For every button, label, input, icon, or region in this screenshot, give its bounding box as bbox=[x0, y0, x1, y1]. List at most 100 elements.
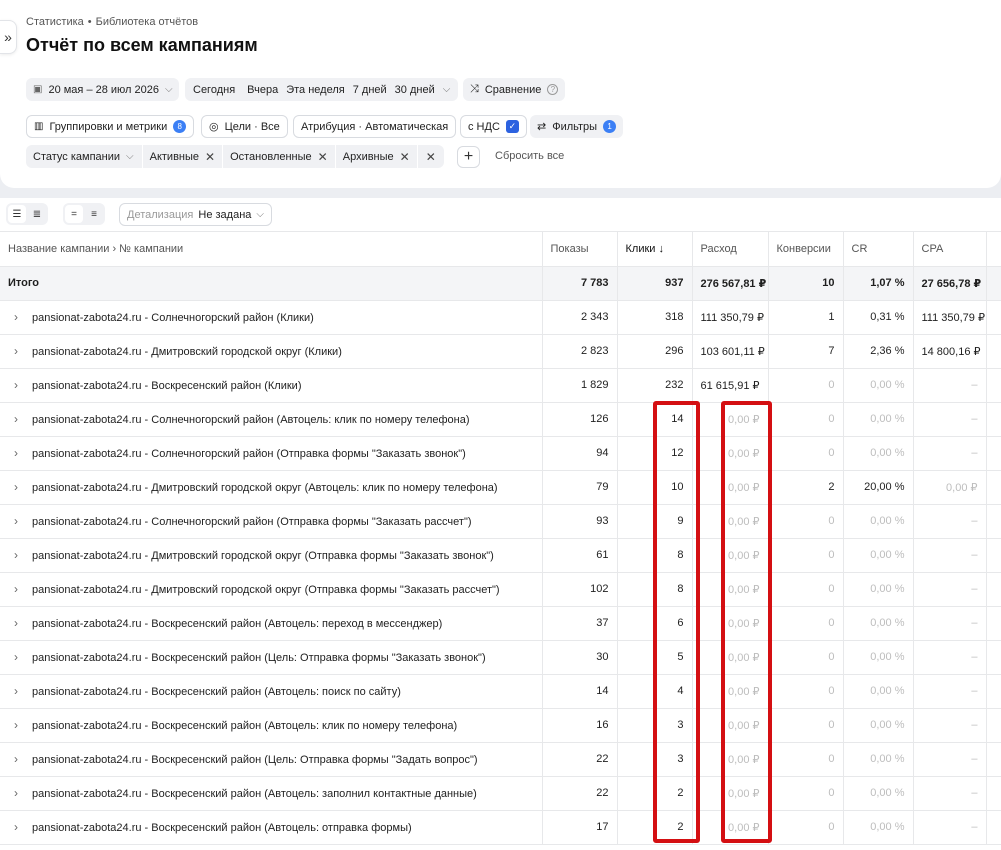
expand-row-chevron-icon[interactable]: › bbox=[0, 480, 32, 494]
campaign-name[interactable]: pansionat-zabota24.ru - Дмитровский горо… bbox=[32, 584, 500, 596]
cpa-cell: – bbox=[913, 708, 987, 743]
status-filter-label[interactable]: Статус кампании bbox=[26, 151, 126, 163]
expand-row-chevron-icon[interactable]: › bbox=[0, 412, 32, 426]
breadcrumb-separator: • bbox=[87, 16, 92, 28]
preset-7-days[interactable]: 7 дней bbox=[349, 84, 391, 96]
clicks-cell: 8 bbox=[617, 572, 693, 607]
campaign-name[interactable]: pansionat-zabota24.ru - Воскресенский ра… bbox=[32, 618, 442, 630]
campaign-name[interactable]: pansionat-zabota24.ru - Солнечногорский … bbox=[32, 414, 470, 426]
cr-cell: 0,31 % bbox=[843, 300, 914, 335]
groupings-metrics-button[interactable]: ▥ Группировки и метрики 8 bbox=[26, 115, 195, 138]
preset-30-days[interactable]: 30 дней bbox=[391, 84, 439, 96]
clicks-cell: 296 bbox=[617, 334, 693, 369]
impressions-cell: 61 bbox=[542, 538, 618, 573]
expand-row-chevron-icon[interactable]: › bbox=[0, 752, 32, 766]
extra-cell bbox=[986, 368, 1001, 403]
expand-row-chevron-icon[interactable]: › bbox=[0, 514, 32, 528]
report-header: » Статистика • Библиотека отчётов Отчёт … bbox=[0, 0, 1001, 188]
clicks-cell: 318 bbox=[617, 300, 693, 335]
preset-this-week[interactable]: Эта неделя bbox=[282, 84, 349, 96]
expand-row-chevron-icon[interactable]: › bbox=[0, 344, 32, 358]
attribution-button[interactable]: Атрибуция · Автоматическая bbox=[293, 115, 457, 138]
cr-cell: 0,00 % bbox=[843, 674, 914, 709]
cr-cell: 0,00 % bbox=[843, 504, 914, 539]
column-header-cost[interactable]: Расход bbox=[692, 232, 769, 267]
preset-today[interactable]: Сегодня bbox=[185, 84, 243, 96]
expand-row-chevron-icon[interactable]: › bbox=[0, 786, 32, 800]
expand-row-chevron-icon[interactable]: › bbox=[0, 820, 32, 834]
expand-row-chevron-icon[interactable]: › bbox=[0, 684, 32, 698]
extra-cell bbox=[986, 504, 1001, 539]
campaign-name[interactable]: pansionat-zabota24.ru - Дмитровский горо… bbox=[32, 346, 342, 358]
conversions-cell: 0 bbox=[768, 606, 844, 641]
compact-rows-icon[interactable]: = bbox=[65, 205, 83, 223]
campaign-name[interactable]: pansionat-zabota24.ru - Воскресенский ра… bbox=[32, 754, 478, 766]
filters-button[interactable]: ⇄ Фильтры 1 bbox=[530, 115, 624, 138]
conversions-cell: 0 bbox=[768, 436, 844, 471]
reset-all-button[interactable]: Сбросить все bbox=[495, 150, 564, 162]
expand-row-chevron-icon[interactable]: › bbox=[0, 446, 32, 460]
campaign-name[interactable]: pansionat-zabota24.ru - Дмитровский горо… bbox=[32, 482, 498, 494]
campaign-name[interactable]: pansionat-zabota24.ru - Солнечногорский … bbox=[32, 448, 466, 460]
column-header-conversions[interactable]: Конверсии bbox=[768, 232, 844, 267]
preset-yesterday[interactable]: Вчера bbox=[243, 84, 282, 96]
breadcrumb-item-library[interactable]: Библиотека отчётов bbox=[96, 16, 199, 28]
expand-row-chevron-icon[interactable]: › bbox=[0, 650, 32, 664]
campaign-name[interactable]: pansionat-zabota24.ru - Солнечногорский … bbox=[32, 516, 472, 528]
expand-row-chevron-icon[interactable]: › bbox=[0, 616, 32, 630]
remove-stopped-icon[interactable]: ✕ bbox=[318, 150, 335, 164]
clear-status-filter-icon[interactable]: ✕ bbox=[418, 150, 444, 164]
clicks-cell: 6 bbox=[617, 606, 693, 641]
campaign-name[interactable]: pansionat-zabota24.ru - Воскресенский ра… bbox=[32, 380, 301, 392]
expand-row-chevron-icon[interactable]: › bbox=[0, 582, 32, 596]
campaign-name[interactable]: pansionat-zabota24.ru - Дмитровский горо… bbox=[32, 550, 494, 562]
campaign-name[interactable]: pansionat-zabota24.ru - Воскресенский ра… bbox=[32, 652, 486, 664]
remove-active-icon[interactable]: ✕ bbox=[205, 150, 222, 164]
campaign-name[interactable]: pansionat-zabota24.ru - Солнечногорский … bbox=[32, 312, 314, 324]
compare-button[interactable]: ⤨ Сравнение ? bbox=[463, 78, 566, 101]
clicks-cell: 232 bbox=[617, 368, 693, 403]
expand-sidebar-button[interactable]: » bbox=[0, 20, 17, 54]
campaign-name[interactable]: pansionat-zabota24.ru - Воскресенский ра… bbox=[32, 822, 412, 834]
column-header-cpa[interactable]: CPA bbox=[913, 232, 987, 267]
campaign-name[interactable]: pansionat-zabota24.ru - Воскресенский ра… bbox=[32, 720, 457, 732]
chevron-down-icon[interactable]: ⌵ bbox=[439, 84, 459, 95]
dense-rows-icon[interactable]: ≡ bbox=[85, 205, 103, 223]
campaign-name-cell: › pansionat-zabota24.ru - Воскресенский р… bbox=[0, 368, 543, 403]
column-header-name[interactable]: Название кампании › № кампании bbox=[0, 232, 543, 267]
column-header-clicks[interactable]: Клики ↓ bbox=[617, 232, 693, 267]
cr-cell: 0,00 % bbox=[843, 436, 914, 471]
cr-cell: 0,00 % bbox=[843, 538, 914, 573]
total-clicks: 937 bbox=[617, 266, 693, 301]
total-conversions: 10 bbox=[768, 266, 844, 301]
table-toolbar: ☰ ≣ = ≡ Детализация Не задана ⌵ bbox=[0, 198, 1001, 232]
goals-button[interactable]: ◎ Цели · Все bbox=[201, 115, 288, 138]
chevron-down-icon[interactable]: ⌵ bbox=[126, 151, 142, 162]
cpa-cell: 111 350,79 ₽ bbox=[913, 300, 987, 335]
column-header-impressions[interactable]: Показы bbox=[542, 232, 618, 267]
campaign-name[interactable]: pansionat-zabota24.ru - Воскресенский ра… bbox=[32, 788, 477, 800]
list-view-icon[interactable]: ☰ bbox=[8, 205, 26, 223]
detail-select[interactable]: Детализация Не задана ⌵ bbox=[119, 203, 272, 226]
expand-row-chevron-icon[interactable]: › bbox=[0, 548, 32, 562]
table-row: › pansionat-zabota24.ru - Воскресенский р… bbox=[0, 742, 1001, 777]
date-range-picker[interactable]: ▣ 20 мая – 28 июл 2026 ⌵ bbox=[26, 78, 179, 101]
clicks-cell: 14 bbox=[617, 402, 693, 437]
campaign-name[interactable]: pansionat-zabota24.ru - Воскресенский ра… bbox=[32, 686, 401, 698]
column-header-cr[interactable]: CR bbox=[843, 232, 914, 267]
expand-row-chevron-icon[interactable]: › bbox=[0, 310, 32, 324]
status-filter-chip: Статус кампании ⌵ Активные ✕ Остановленн… bbox=[26, 145, 444, 168]
cost-cell: 0,00 ₽ bbox=[692, 402, 769, 437]
campaign-name-cell: › pansionat-zabota24.ru - Воскресенский р… bbox=[0, 776, 543, 811]
expand-row-chevron-icon[interactable]: › bbox=[0, 718, 32, 732]
conversions-cell: 2 bbox=[768, 470, 844, 505]
conversions-cell: 0 bbox=[768, 368, 844, 403]
campaign-name-cell: › pansionat-zabota24.ru - Воскресенский р… bbox=[0, 742, 543, 777]
tree-view-icon[interactable]: ≣ bbox=[28, 205, 46, 223]
campaign-table: Название кампании › № кампании Показы Кл… bbox=[0, 232, 1001, 845]
add-filter-button[interactable]: + bbox=[457, 146, 480, 168]
remove-archived-icon[interactable]: ✕ bbox=[400, 150, 417, 164]
expand-row-chevron-icon[interactable]: › bbox=[0, 378, 32, 392]
breadcrumb-item-statistics[interactable]: Статистика bbox=[26, 16, 84, 28]
vat-toggle[interactable]: с НДС ✓ bbox=[460, 115, 527, 138]
